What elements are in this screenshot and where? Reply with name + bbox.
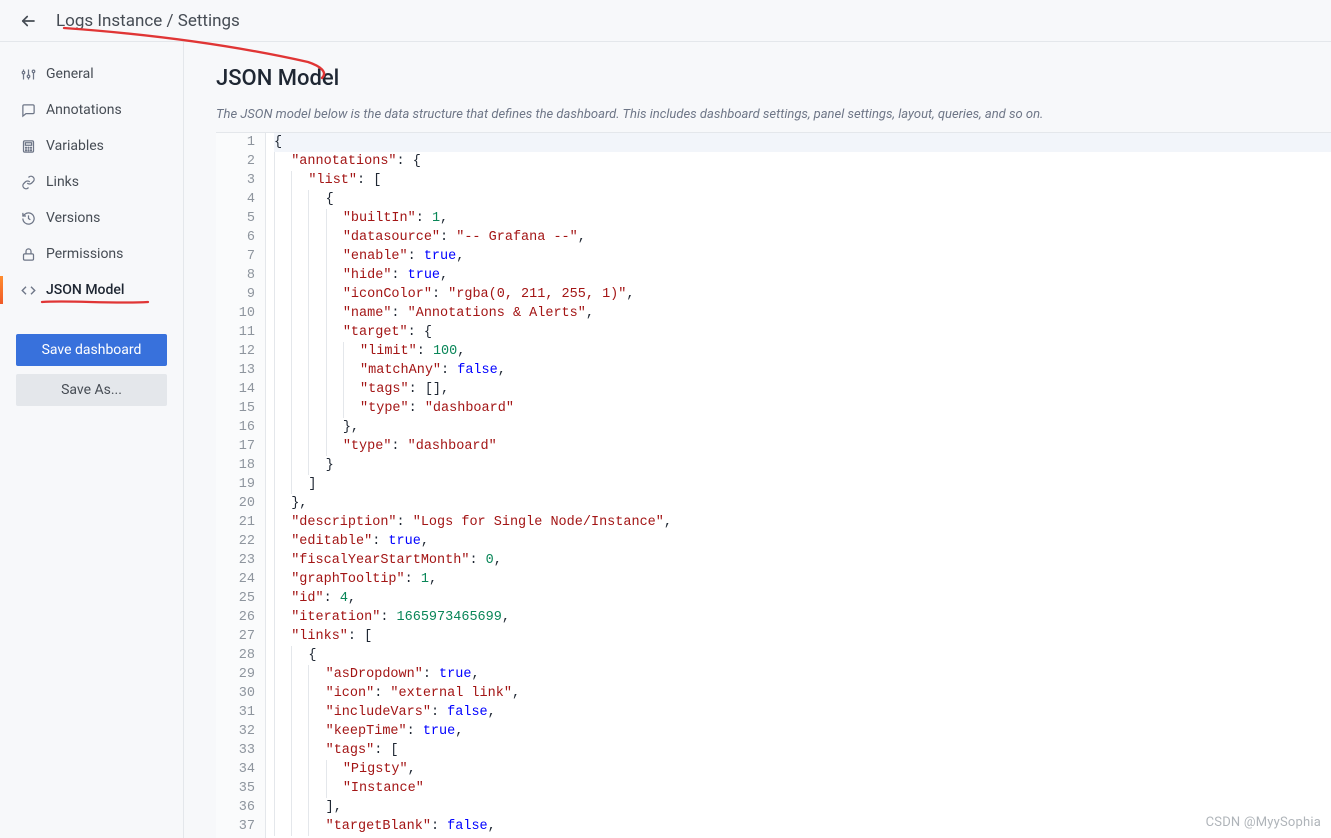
save-dashboard-button[interactable]: Save dashboard [16, 334, 167, 366]
breadcrumb: Logs Instance / Settings [56, 11, 240, 31]
page-header: Logs Instance / Settings [0, 0, 1331, 42]
calculator-icon [20, 138, 36, 154]
sidebar-item-label: Annotations [46, 102, 122, 118]
editor-code[interactable]: { "annotations": { "list": [ { "builtIn"… [266, 133, 1331, 838]
sidebar-item-variables[interactable]: Variables [16, 130, 167, 162]
watermark: CSDN @MyySophia [1206, 815, 1321, 830]
sidebar-item-label: General [46, 66, 94, 82]
sidebar-item-json-model[interactable]: JSON Model [16, 274, 167, 306]
lock-icon [20, 246, 36, 262]
link-icon [20, 174, 36, 190]
arrow-left-icon [19, 12, 37, 30]
page-description: The JSON model below is the data structu… [216, 107, 1331, 122]
sidebar-item-label: Permissions [46, 246, 123, 262]
sidebar-item-label: Links [46, 174, 79, 190]
sidebar-item-label: Versions [46, 210, 100, 226]
sliders-icon [20, 66, 36, 82]
page-title: JSON Model [216, 66, 1331, 91]
sidebar-item-label: JSON Model [46, 282, 124, 298]
sidebar-item-general[interactable]: General [16, 58, 167, 90]
settings-sidebar: General Annotations Variables Links [0, 42, 184, 838]
code-icon [20, 282, 36, 298]
sidebar-item-links[interactable]: Links [16, 166, 167, 198]
comment-icon [20, 102, 36, 118]
sidebar-item-permissions[interactable]: Permissions [16, 238, 167, 270]
sidebar-item-annotations[interactable]: Annotations [16, 94, 167, 126]
back-button[interactable] [16, 9, 40, 33]
sidebar-item-versions[interactable]: Versions [16, 202, 167, 234]
save-as-button[interactable]: Save As... [16, 374, 167, 406]
history-icon [20, 210, 36, 226]
main-content: JSON Model The JSON model below is the d… [184, 42, 1331, 838]
editor-gutter: 1234567891011121314151617181920212223242… [216, 133, 266, 838]
sidebar-item-label: Variables [46, 138, 104, 154]
json-editor[interactable]: 1234567891011121314151617181920212223242… [216, 132, 1331, 838]
